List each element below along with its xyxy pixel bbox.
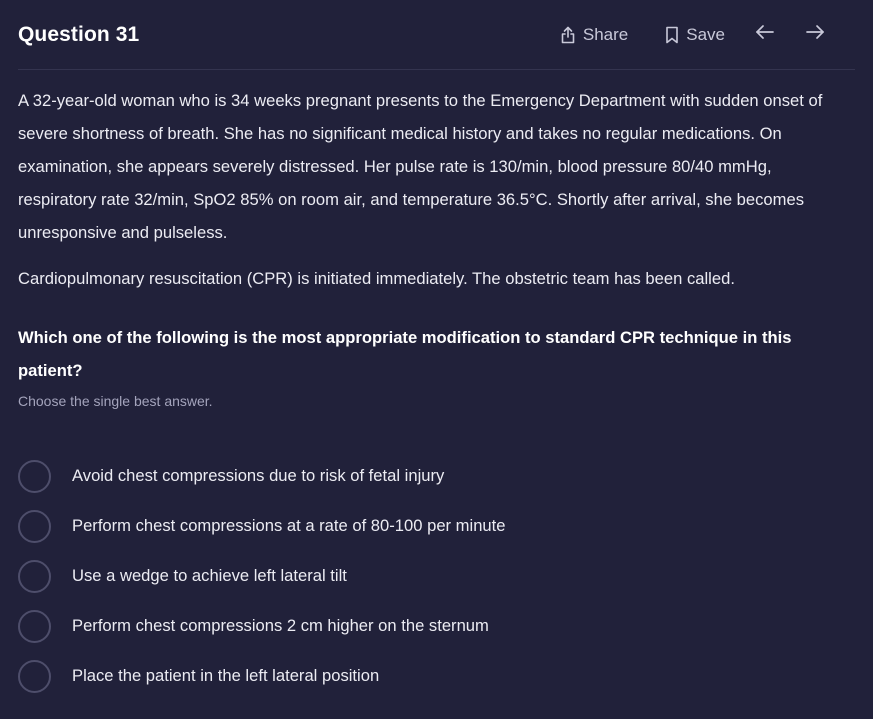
arrow-right-icon (805, 24, 825, 45)
answer-options: Avoid chest compressions due to risk of … (18, 451, 855, 701)
save-button[interactable]: Save (665, 25, 725, 45)
arrow-left-icon (755, 24, 775, 45)
radio-button[interactable] (18, 609, 51, 643)
question-stem: A 32-year-old woman who is 34 weeks preg… (18, 91, 823, 242)
question-stem-followup: Cardiopulmonary resuscitation (CPR) is i… (18, 269, 735, 288)
answer-option[interactable]: Place the patient in the left lateral po… (18, 651, 855, 701)
header-bar: Question 31 Share Save (18, 0, 855, 70)
answer-option[interactable]: Use a wedge to achieve left lateral tilt (18, 551, 855, 601)
next-question-button[interactable] (805, 24, 825, 45)
answer-option[interactable]: Avoid chest compressions due to risk of … (18, 451, 855, 501)
radio-button[interactable] (18, 559, 51, 593)
bookmark-icon (665, 26, 679, 44)
answer-option-label: Perform chest compressions 2 cm higher o… (72, 616, 489, 635)
radio-button[interactable] (18, 459, 51, 493)
answer-option-label: Use a wedge to achieve left lateral tilt (72, 566, 347, 585)
answer-option-label: Place the patient in the left lateral po… (72, 666, 380, 685)
question-prompt: Which one of the following is the most a… (18, 328, 792, 380)
previous-question-button[interactable] (755, 24, 775, 45)
save-label: Save (686, 24, 725, 44)
answer-option[interactable]: Perform chest compressions 2 cm higher o… (18, 601, 855, 651)
header-actions: Share Save (560, 24, 825, 45)
radio-button[interactable] (18, 659, 51, 693)
answer-instruction: Choose the single best answer. (18, 393, 213, 409)
answer-option[interactable]: Perform chest compressions at a rate of … (18, 501, 855, 551)
question-page: Question 31 Share Save A 32-year-old wom… (0, 0, 873, 719)
share-icon (560, 26, 576, 44)
answer-option-label: Avoid chest compressions due to risk of … (72, 466, 445, 485)
question-title: Question 31 (18, 22, 140, 46)
share-label: Share (582, 24, 629, 44)
share-button[interactable]: Share (560, 25, 628, 45)
radio-button[interactable] (18, 509, 51, 543)
answer-option-label: Perform chest compressions at a rate of … (72, 516, 506, 535)
